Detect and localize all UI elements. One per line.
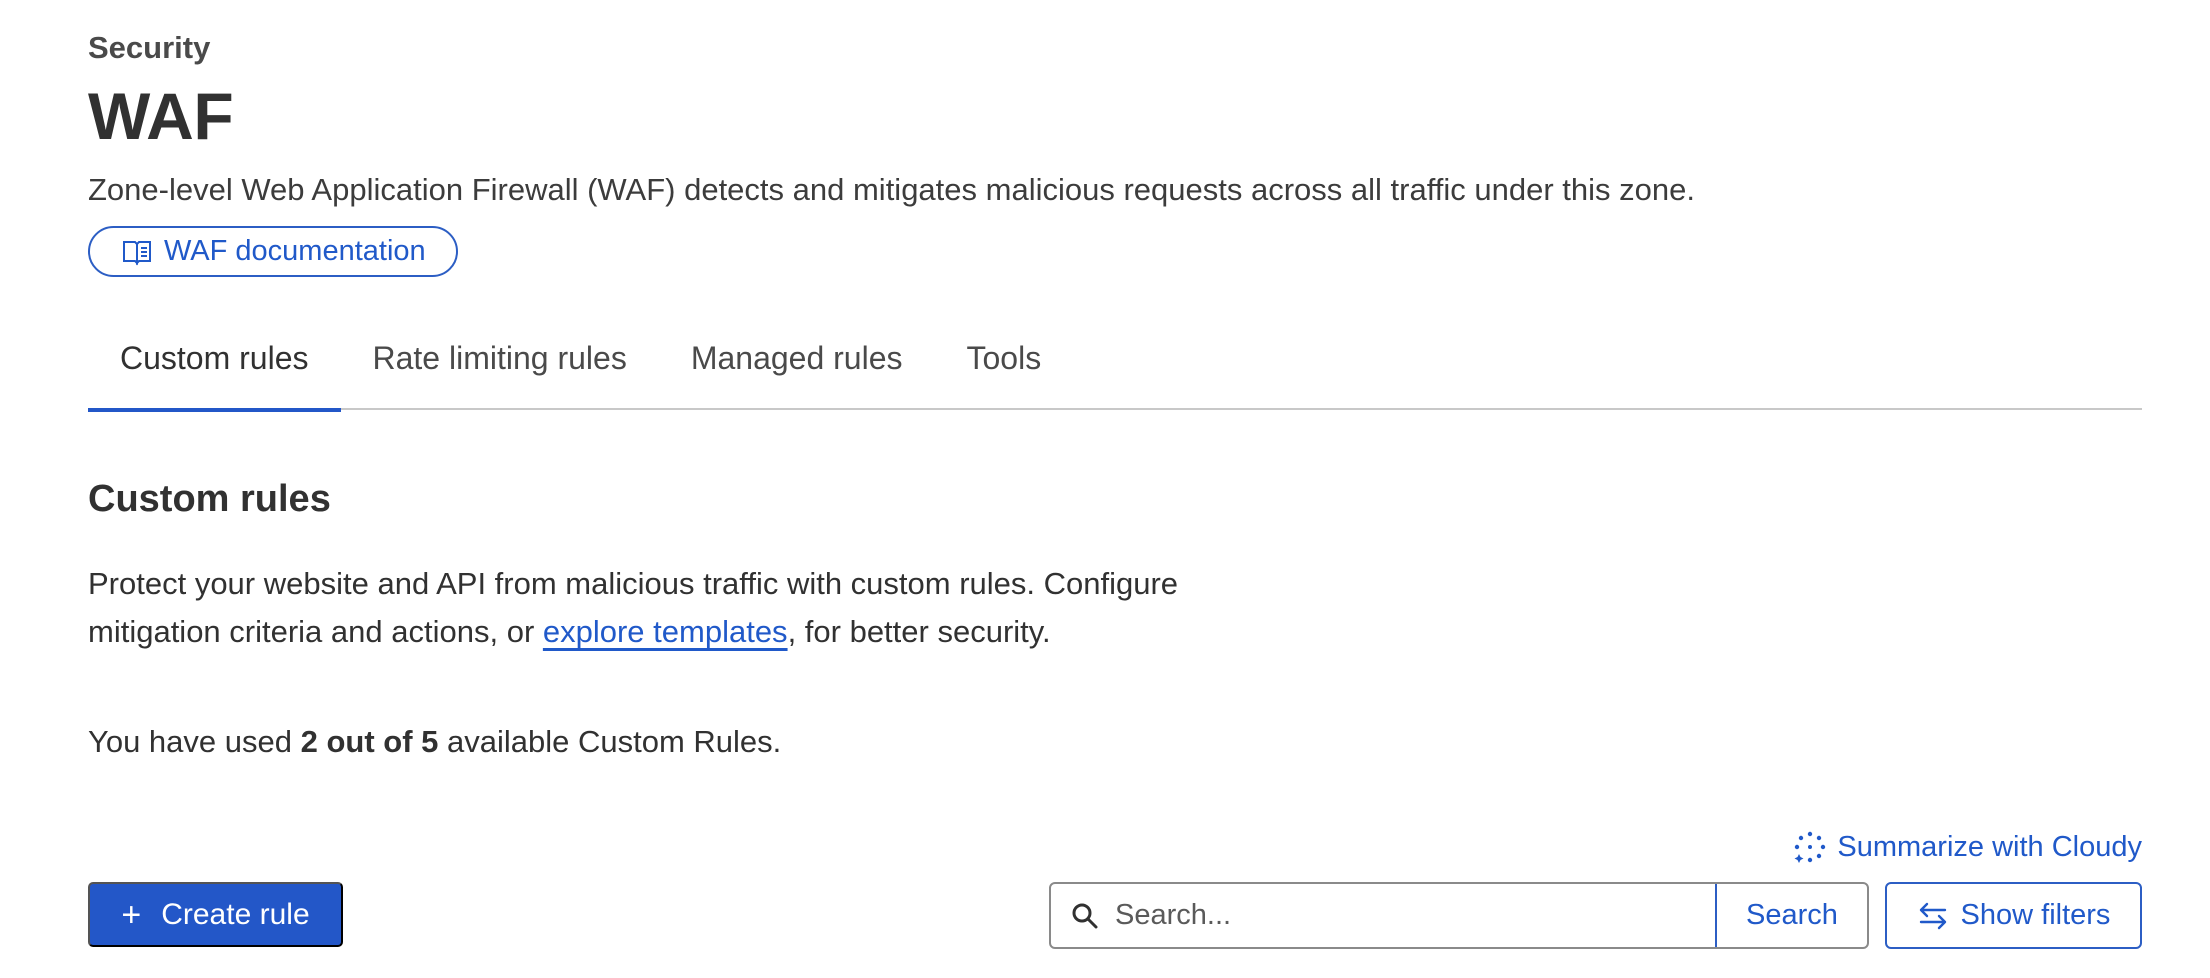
search-input[interactable] <box>1115 899 1715 932</box>
section-description: Protect your website and API from malici… <box>88 560 1308 656</box>
usage-summary: You have used 2 out of 5 available Custo… <box>88 724 781 760</box>
summarize-with-cloudy-link[interactable]: Summarize with Cloudy <box>1793 830 2142 864</box>
search-field[interactable] <box>1051 884 1715 947</box>
usage-suffix: available Custom Rules. <box>438 724 782 759</box>
show-filters-button[interactable]: Show filters <box>1885 882 2142 949</box>
waf-documentation-label: WAF documentation <box>164 235 426 267</box>
tab-label: Rate limiting rules <box>372 340 627 376</box>
explore-templates-link[interactable]: explore templates <box>543 614 788 649</box>
tab-managed-rules[interactable]: Managed rules <box>659 330 935 410</box>
breadcrumb-section: Security <box>88 30 211 65</box>
swap-arrows-icon <box>1919 902 1946 929</box>
waf-documentation-link[interactable]: WAF documentation <box>88 226 458 277</box>
page-description: Zone-level Web Application Firewall (WAF… <box>88 172 1695 207</box>
search-icon <box>1072 903 1098 928</box>
tab-label: Managed rules <box>690 340 903 376</box>
tab-bar: Custom rules Rate limiting rules Managed… <box>88 330 2142 412</box>
description-text-end: , for better security. <box>787 614 1051 649</box>
book-icon <box>123 240 151 265</box>
tab-label: Tools <box>966 340 1042 376</box>
tab-custom-rules[interactable]: Custom rules <box>88 330 341 412</box>
page-title: WAF <box>88 79 234 153</box>
usage-prefix: You have used <box>88 724 301 759</box>
tab-rate-limiting-rules[interactable]: Rate limiting rules <box>341 330 659 410</box>
show-filters-label: Show filters <box>1960 899 2111 931</box>
summarize-label: Summarize with Cloudy <box>1837 830 2142 863</box>
tab-label: Custom rules <box>120 340 309 376</box>
section-title: Custom rules <box>88 478 331 520</box>
tab-tools[interactable]: Tools <box>935 330 1074 410</box>
usage-count: 2 out of 5 <box>300 724 439 759</box>
plus-icon: + <box>121 895 142 934</box>
search-box: Search <box>1049 882 1869 949</box>
waf-page: Security WAF Zone-level Web Application … <box>0 0 2210 978</box>
sparkle-icon <box>1794 831 1826 863</box>
create-rule-label: Create rule <box>161 897 310 931</box>
create-rule-button[interactable]: + Create rule <box>88 882 343 947</box>
search-button[interactable]: Search <box>1715 884 1867 947</box>
